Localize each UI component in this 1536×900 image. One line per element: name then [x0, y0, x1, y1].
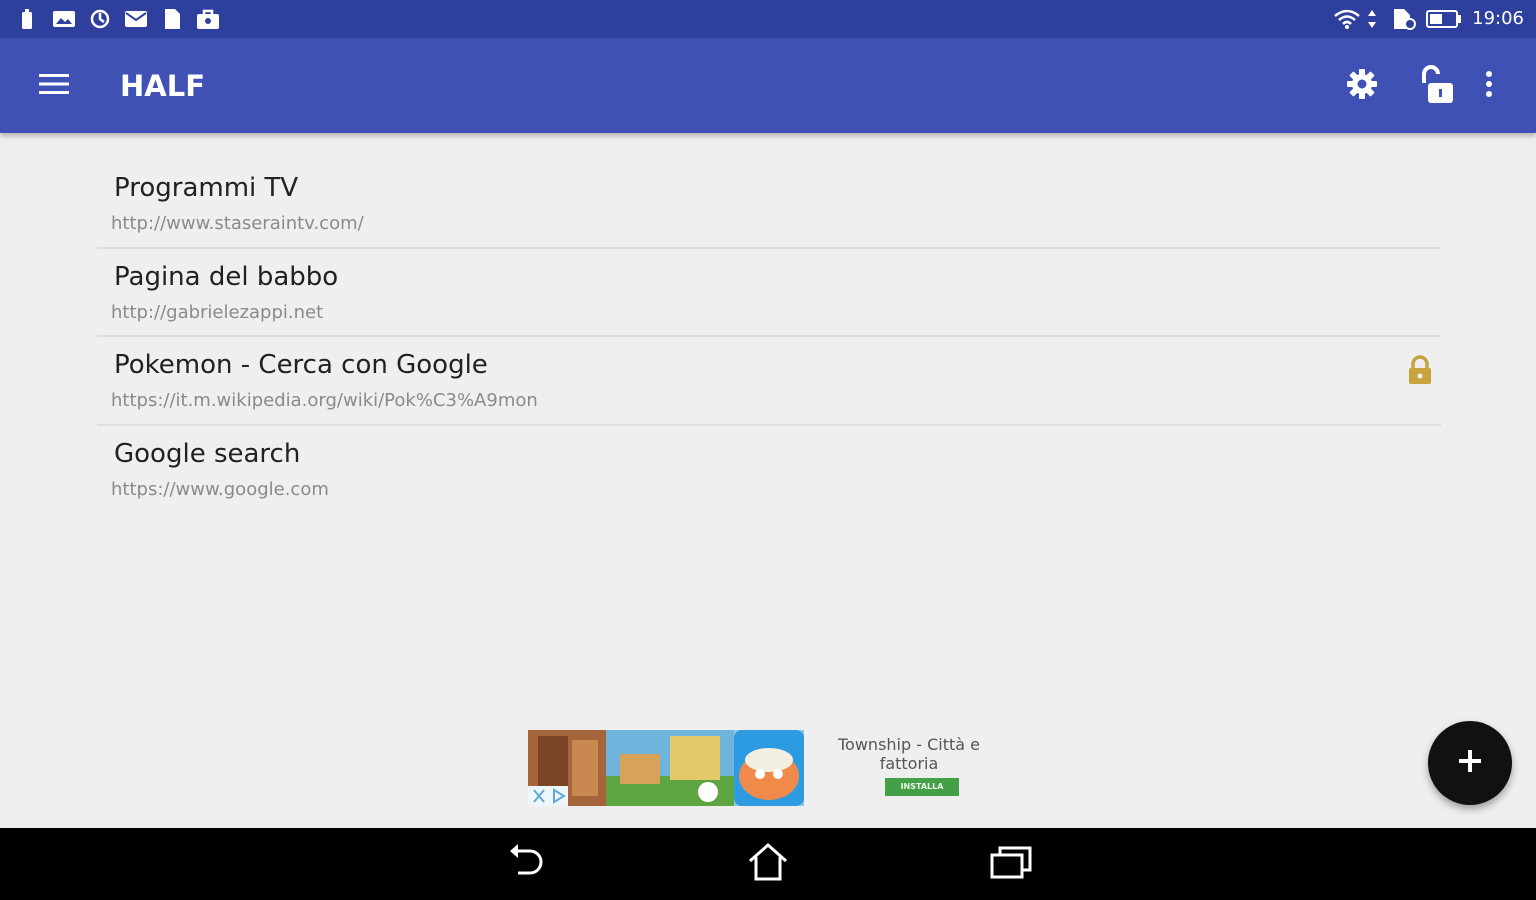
- add-bookmark-button[interactable]: [1428, 721, 1512, 805]
- menu-icon: [39, 72, 69, 100]
- list-item[interactable]: Pokemon - Cerca con Google https://it.m.…: [97, 337, 1441, 426]
- bookmark-url: https://it.m.wikipedia.org/wiki/Pok%C3%A…: [111, 390, 538, 411]
- install-button[interactable]: INSTALLA: [885, 778, 959, 796]
- bookmark-title: Pagina del babbo: [114, 261, 339, 292]
- photo-icon: [51, 8, 77, 30]
- data-transfer-icon: [1365, 8, 1379, 30]
- list-item[interactable]: Pagina del babbo http://gabrielezappi.ne…: [97, 249, 1441, 337]
- bookmark-title: Google search: [114, 438, 301, 469]
- settings-icon: [1345, 67, 1379, 105]
- sync-icon: [88, 8, 112, 30]
- status-time: 19:06: [1472, 8, 1524, 29]
- navigation-bar: [0, 828, 1536, 900]
- plus-icon: [1459, 750, 1481, 776]
- battery-saver-icon: [17, 8, 37, 30]
- bookmark-title: Programmi TV: [114, 173, 299, 203]
- battery-icon: [1425, 8, 1463, 30]
- recents-icon: [990, 845, 1032, 883]
- more-options-button[interactable]: [1472, 64, 1506, 108]
- home-button[interactable]: [743, 842, 793, 886]
- bookmark-title: Pokemon - Cerca con Google: [114, 350, 488, 380]
- bookmark-url: https://www.google.com: [111, 478, 329, 500]
- sim-icon: [1391, 8, 1417, 30]
- unlock-icon: [1415, 63, 1455, 109]
- lock-icon: [1407, 355, 1433, 389]
- back-button[interactable]: [501, 842, 551, 886]
- recents-button[interactable]: [986, 842, 1036, 886]
- wifi-icon: [1333, 8, 1361, 30]
- page-title: HALF: [120, 69, 206, 103]
- ad-banner[interactable]: Township - Città e fattoria INSTALLA: [528, 730, 988, 806]
- more-vert-icon: [1485, 70, 1493, 102]
- ad-image[interactable]: [528, 730, 804, 806]
- mail-icon: [123, 8, 149, 30]
- app-bar: HALF: [0, 38, 1536, 133]
- status-bar: 19:06: [0, 0, 1536, 38]
- settings-button[interactable]: [1340, 64, 1384, 108]
- menu-button[interactable]: [32, 66, 76, 106]
- bookmark-url: http://www.staseraintv.com/: [111, 213, 364, 234]
- back-icon: [506, 843, 546, 885]
- list-item[interactable]: Programmi TV http://www.staseraintv.com/: [97, 160, 1441, 249]
- file-icon: [161, 8, 183, 30]
- unlock-button[interactable]: [1410, 62, 1460, 110]
- bookmark-url: http://gabrielezappi.net: [111, 301, 324, 323]
- home-icon: [747, 842, 789, 886]
- bookmark-list: Programmi TV http://www.staseraintv.com/…: [97, 160, 1441, 514]
- ad-title: Township - Città e fattoria: [838, 735, 980, 773]
- list-item[interactable]: Google search https://www.google.com: [97, 426, 1441, 515]
- shopping-bag-icon: [195, 8, 221, 30]
